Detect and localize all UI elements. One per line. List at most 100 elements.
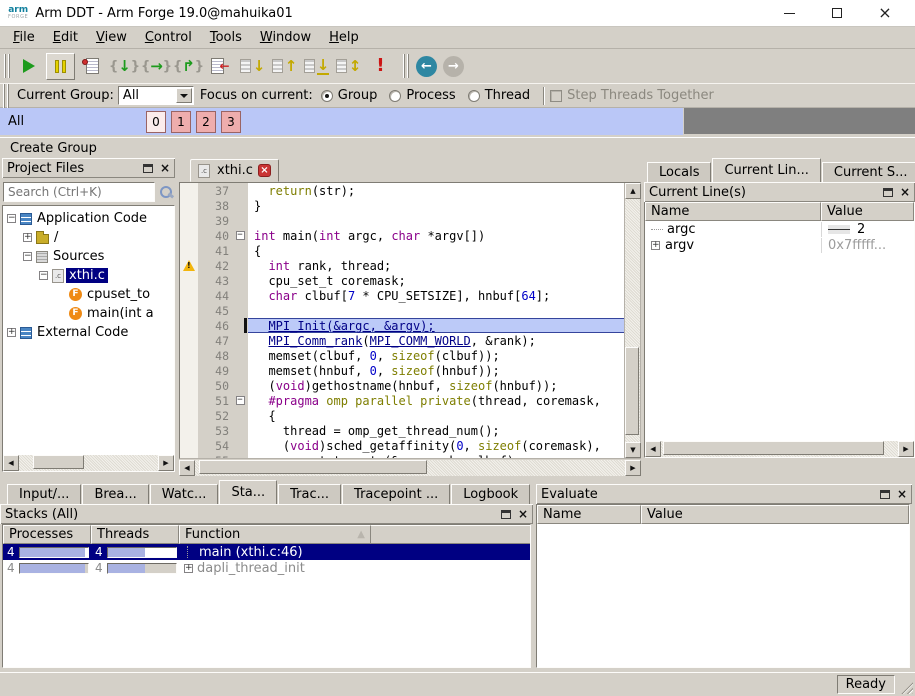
scrollbar-thumb[interactable] — [199, 460, 427, 474]
column-header-value[interactable]: Value — [641, 505, 909, 524]
code-line-55[interactable]: 55 cpuset_to_cstr(&coremask, clbuf); — [180, 453, 624, 458]
expand-icon[interactable]: + — [7, 328, 16, 337]
line-number[interactable]: 41 — [198, 243, 232, 258]
tab-current-s[interactable]: Current S... — [822, 162, 915, 182]
tab-sta[interactable]: Sta... — [219, 480, 277, 504]
menu-control[interactable]: Control — [136, 28, 201, 47]
variable-row-argv[interactable]: +argv0x7fffff... — [645, 237, 914, 253]
code-line-46[interactable]: 46 MPI_Init(&argc, &argv); — [180, 318, 624, 333]
tab-locals[interactable]: Locals — [647, 162, 711, 182]
expand-icon[interactable]: + — [23, 233, 32, 242]
scrollbar-thumb[interactable] — [625, 347, 639, 434]
line-number[interactable]: 50 — [198, 378, 232, 393]
line-number[interactable]: 52 — [198, 408, 232, 423]
code-line-48[interactable]: 48 memset(clbuf, 0, sizeof(clbuf)); — [180, 348, 624, 363]
line-number[interactable]: 38 — [198, 198, 232, 213]
code-line-42[interactable]: 42 int rank, thread; — [180, 258, 624, 273]
collapse-icon[interactable]: − — [39, 271, 48, 280]
step-out-icon[interactable]: {↱} — [174, 53, 203, 80]
tree-item-external-code[interactable]: +External Code — [3, 323, 174, 342]
dropdown-button[interactable] — [176, 88, 192, 103]
radio-group[interactable]: Group — [321, 88, 378, 103]
code-line-52[interactable]: 52 { — [180, 408, 624, 423]
tab-current-lin[interactable]: Current Lin... — [712, 158, 820, 182]
stack-row-main-xthi-c-46[interactable]: 44main (xthi.c:46) — [3, 544, 530, 560]
create-group-row[interactable]: Create Group — [0, 137, 915, 158]
line-number[interactable]: 39 — [198, 213, 232, 228]
scrollbar-track[interactable] — [19, 455, 158, 471]
code-line-45[interactable]: 45 — [180, 303, 624, 318]
close-panel-icon[interactable]: × — [160, 162, 170, 174]
tab-input[interactable]: Input/... — [7, 484, 81, 504]
process-box-2[interactable]: 2 — [196, 111, 216, 133]
line-number[interactable]: 44 — [198, 288, 232, 303]
expand-icon[interactable]: + — [651, 241, 660, 250]
evaluate-body[interactable] — [537, 524, 909, 667]
column-header-function[interactable]: Function ▲ — [179, 525, 371, 544]
menu-help[interactable]: Help — [320, 28, 368, 47]
line-number[interactable]: 48 — [198, 348, 232, 363]
editor-vscrollbar[interactable]: ▲ ▼ — [624, 183, 640, 458]
menu-window[interactable]: Window — [251, 28, 320, 47]
control-bar-handle[interactable] — [3, 84, 9, 108]
nav-toolbar-handle[interactable] — [403, 54, 409, 78]
search-icon[interactable] — [159, 185, 174, 200]
tree-item-xthi-c[interactable]: −xthi.c — [3, 266, 174, 285]
code-line-40[interactable]: 40−int main(int argc, char *argv[]) — [180, 228, 624, 243]
menu-file[interactable]: File — [4, 28, 44, 47]
scroll-right-button[interactable]: ▶ — [898, 441, 914, 457]
line-number[interactable]: 47 — [198, 333, 232, 348]
process-box-3[interactable]: 3 — [221, 111, 241, 133]
toolbar-handle[interactable] — [4, 54, 10, 78]
tab-tracepoint[interactable]: Tracepoint ... — [342, 484, 450, 504]
scrollbar-track[interactable] — [661, 441, 898, 457]
editor-hscrollbar[interactable]: ◀ ▶ — [179, 460, 641, 476]
line-number[interactable]: 51 — [198, 393, 232, 408]
close-panel-icon[interactable]: × — [900, 186, 910, 198]
step-threads-together-checkbox[interactable]: Step Threads Together — [550, 88, 714, 103]
scrollbar-track[interactable] — [195, 460, 625, 476]
code-line-37[interactable]: 37 return(str); — [180, 183, 624, 198]
scroll-down-button[interactable]: ▼ — [625, 442, 641, 458]
expand-stacks-icon[interactable]: ↕ — [334, 53, 363, 80]
radio-process[interactable]: Process — [389, 88, 455, 103]
tab-logbook[interactable]: Logbook — [451, 484, 530, 504]
column-header-name[interactable]: Name — [537, 505, 641, 524]
tree-item-application-code[interactable]: −Application Code — [3, 209, 174, 228]
float-panel-icon[interactable] — [883, 188, 893, 197]
pause-icon[interactable] — [46, 53, 75, 80]
tree-item-[interactable]: +/ — [3, 228, 174, 247]
code-line-38[interactable]: 38} — [180, 198, 624, 213]
line-number[interactable]: 37 — [198, 183, 232, 198]
stop-icon[interactable]: ! — [366, 53, 395, 80]
expand-icon[interactable]: + — [184, 564, 193, 573]
line-number[interactable]: 40 — [198, 228, 232, 243]
close-panel-icon[interactable]: × — [897, 488, 907, 500]
scrollbar-track[interactable] — [625, 199, 640, 442]
tab-trac[interactable]: Trac... — [278, 484, 341, 504]
minimize-button[interactable] — [765, 1, 813, 25]
current-group-dropdown[interactable]: All — [118, 86, 194, 105]
menu-edit[interactable]: Edit — [44, 28, 87, 47]
tree-item-cpuset-to[interactable]: cpuset_to — [3, 285, 174, 304]
menu-tools[interactable]: Tools — [201, 28, 251, 47]
collapse-icon[interactable]: − — [23, 252, 32, 261]
code-line-39[interactable]: 39 — [180, 213, 624, 228]
float-panel-icon[interactable] — [501, 510, 511, 519]
scrollbar-thumb[interactable] — [33, 455, 84, 469]
project-files-hscrollbar[interactable]: ◀ ▶ — [3, 455, 174, 471]
variables-hscrollbar[interactable]: ◀ ▶ — [645, 441, 914, 457]
code-line-41[interactable]: 41{ — [180, 243, 624, 258]
code-line-54[interactable]: 54 (void)sched_getaffinity(0, sizeof(cor… — [180, 438, 624, 453]
variable-row-argc[interactable]: argc2 — [645, 221, 914, 237]
tab-brea[interactable]: Brea... — [82, 484, 148, 504]
float-panel-icon[interactable] — [880, 490, 890, 499]
tab-xthi-c[interactable]: xthi.c × — [190, 159, 279, 182]
scrollbar-thumb[interactable] — [663, 441, 883, 455]
scroll-left-button[interactable]: ◀ — [179, 460, 195, 476]
code-line-43[interactable]: 43 cpu_set_t coremask; — [180, 273, 624, 288]
column-header-name[interactable]: Name — [645, 202, 821, 221]
code-line-50[interactable]: 50 (void)gethostname(hnbuf, sizeof(hnbuf… — [180, 378, 624, 393]
line-number[interactable]: 54 — [198, 438, 232, 453]
scroll-right-button[interactable]: ▶ — [625, 460, 641, 476]
